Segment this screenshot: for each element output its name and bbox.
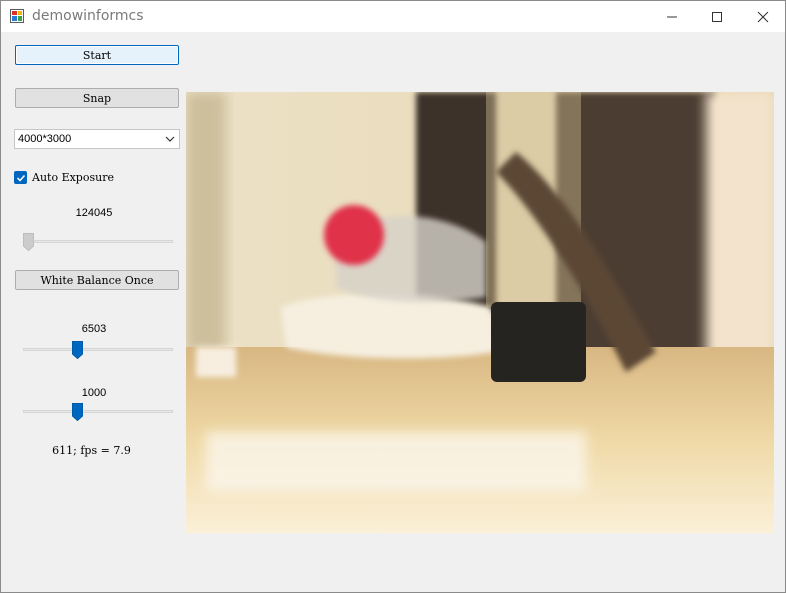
close-button[interactable] <box>740 1 786 32</box>
checkmark-icon <box>16 174 25 182</box>
window-title: demowinformcs <box>32 8 144 24</box>
camera-preview <box>186 92 774 533</box>
start-button[interactable]: Start <box>15 45 179 65</box>
white-balance-once-button[interactable]: White Balance Once <box>15 270 179 290</box>
status-fps-text: 611; fps = 7.9 <box>52 444 131 457</box>
minimize-icon <box>667 16 677 17</box>
wb-temp-slider[interactable] <box>23 341 173 359</box>
slider-track <box>23 348 173 351</box>
minimize-button[interactable] <box>649 1 695 32</box>
wb-tint-value: 1000 <box>81 387 107 399</box>
wb-tint-slider[interactable] <box>23 403 173 421</box>
close-icon <box>757 11 769 22</box>
auto-exposure-checkbox[interactable]: Auto Exposure <box>14 171 114 184</box>
slider-track <box>23 410 173 413</box>
title-bar[interactable]: demowinformcs <box>1 1 785 32</box>
chevron-down-icon <box>165 136 175 142</box>
slider-thumb[interactable] <box>72 341 83 359</box>
snap-button[interactable]: Snap <box>15 88 179 108</box>
exposure-slider[interactable] <box>23 233 173 251</box>
app-icon <box>10 9 24 23</box>
resolution-selected-value: 4000*3000 <box>18 133 72 145</box>
exposure-value: 124045 <box>75 207 113 219</box>
slider-track <box>23 240 173 243</box>
auto-exposure-label: Auto Exposure <box>32 171 114 184</box>
maximize-button[interactable] <box>694 1 740 32</box>
app-window: demowinformcs Start Snap 4000*3000 Auto … <box>0 0 786 593</box>
maximize-icon <box>712 11 722 22</box>
preview-image <box>186 92 774 533</box>
slider-thumb[interactable] <box>23 233 34 251</box>
wb-temp-value: 6503 <box>81 323 107 335</box>
checkbox-box[interactable] <box>14 171 27 184</box>
slider-thumb[interactable] <box>72 403 83 421</box>
resolution-select[interactable]: 4000*3000 <box>14 129 180 149</box>
